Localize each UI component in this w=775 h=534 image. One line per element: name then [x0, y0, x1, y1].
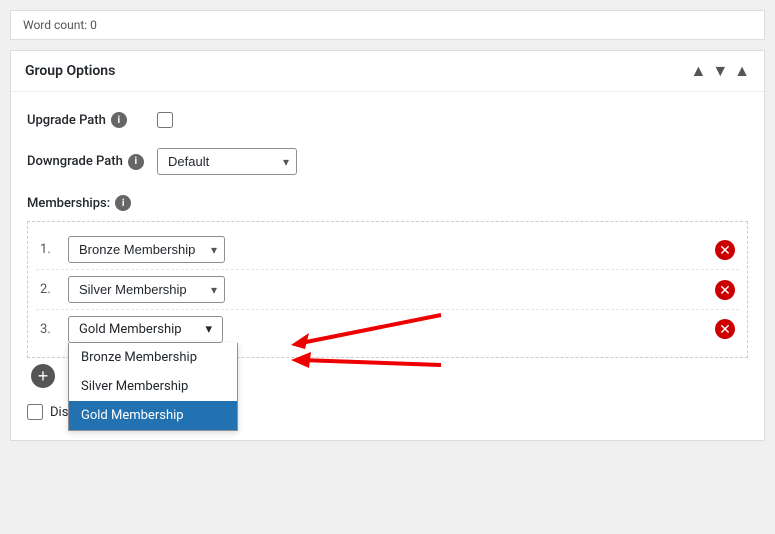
membership-row-3: 3. Gold Membership ▾ Bronze Membership S…	[36, 310, 739, 349]
upgrade-path-label: Upgrade Path i	[27, 112, 157, 128]
downgrade-path-select[interactable]: Default None Custom	[157, 148, 297, 175]
upgrade-path-checkbox[interactable]	[157, 112, 173, 128]
row-number-1: 1.	[40, 242, 60, 257]
collapse-icon[interactable]: ▲	[734, 63, 750, 79]
dropdown-3-option-silver[interactable]: Silver Membership	[69, 372, 237, 401]
memberships-info-icon[interactable]: i	[115, 195, 131, 211]
upgrade-path-info-icon[interactable]: i	[111, 112, 127, 128]
remove-row-3-button[interactable]: ✕	[715, 319, 735, 339]
membership-row-1: 1. Bronze Membership Silver Membership G…	[36, 230, 739, 270]
membership-list: 1. Bronze Membership Silver Membership G…	[27, 221, 748, 358]
downgrade-path-select-wrapper: Default None Custom ▾	[157, 148, 297, 175]
panel: Group Options ▲ ▼ ▲ Upgrade Path i Downg…	[10, 50, 765, 441]
word-count-text: Word count: 0	[23, 18, 97, 32]
panel-title: Group Options	[25, 63, 115, 79]
membership-row-2: 2. Bronze Membership Silver Membership G…	[36, 270, 739, 310]
downgrade-path-label: Downgrade Path i	[27, 154, 157, 170]
memberships-section: Memberships: i 1. Bronze Membership Silv…	[27, 195, 748, 388]
downgrade-path-row: Downgrade Path i Default None Custom ▾	[27, 148, 748, 175]
dropdown-3-option-gold[interactable]: Gold Membership	[69, 401, 237, 430]
dropdown-3-trigger[interactable]: Gold Membership ▾	[68, 316, 223, 343]
row-number-2: 2.	[40, 282, 60, 297]
remove-row-2-button[interactable]: ✕	[715, 280, 735, 300]
collapse-down-icon[interactable]: ▼	[712, 63, 728, 79]
panel-body: Upgrade Path i Downgrade Path i Default …	[11, 92, 764, 440]
dropdown-3-chevron: ▾	[205, 322, 212, 337]
membership-dropdown-1: Bronze Membership Silver Membership Gold…	[68, 236, 225, 263]
arrow-pointer	[271, 305, 451, 385]
dropdown-3-selected-label: Gold Membership	[79, 322, 182, 337]
memberships-label: Memberships: i	[27, 195, 748, 211]
remove-row-1-button[interactable]: ✕	[715, 240, 735, 260]
panel-header-controls: ▲ ▼ ▲	[690, 63, 750, 79]
collapse-up-icon[interactable]: ▲	[690, 63, 706, 79]
add-membership-button[interactable]: +	[31, 364, 55, 388]
panel-header: Group Options ▲ ▼ ▲	[11, 51, 764, 92]
membership-select-2[interactable]: Bronze Membership Silver Membership Gold…	[68, 276, 225, 303]
membership-dropdown-3-open: Gold Membership ▾ Bronze Membership Silv…	[68, 316, 223, 343]
row-number-3: 3.	[40, 322, 60, 337]
disable-change-plan-checkbox[interactable]	[27, 404, 43, 420]
membership-dropdown-2: Bronze Membership Silver Membership Gold…	[68, 276, 225, 303]
membership-select-1[interactable]: Bronze Membership Silver Membership Gold…	[68, 236, 225, 263]
word-count-bar: Word count: 0	[10, 10, 765, 40]
downgrade-path-info-icon[interactable]: i	[128, 154, 144, 170]
upgrade-path-row: Upgrade Path i	[27, 112, 748, 128]
dropdown-3-option-bronze[interactable]: Bronze Membership	[69, 343, 237, 372]
dropdown-3-menu: Bronze Membership Silver Membership Gold…	[68, 343, 238, 431]
